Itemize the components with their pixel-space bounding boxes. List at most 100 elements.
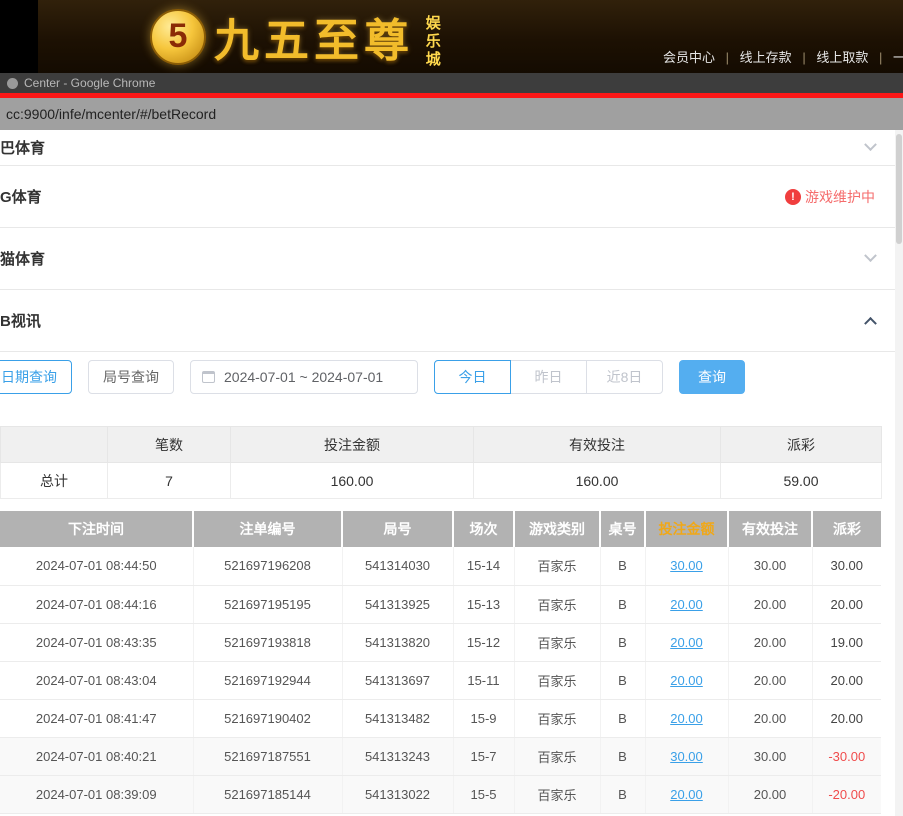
bet-row: 2024-07-01 08:43:35 521697193818 5413138…: [0, 623, 881, 661]
payout-value: 20.00: [830, 673, 863, 688]
payout-value: 19.00: [830, 635, 863, 650]
accordion-section-cat-sports[interactable]: 猫体育: [0, 228, 903, 290]
round-query-button[interactable]: 局号查询: [88, 360, 174, 394]
cell-round-number: 541313697: [342, 661, 453, 699]
summary-header-row: 笔数 投注金额 有效投注 派彩: [1, 427, 882, 463]
cell-valid-bet: 20.00: [728, 585, 812, 623]
section-label: B视讯: [0, 310, 41, 331]
yesterday-button[interactable]: 昨日: [510, 360, 587, 394]
coin-logo-icon: 5: [150, 9, 206, 65]
cell-session: 15-7: [453, 737, 514, 775]
cell-valid-bet: 20.00: [728, 623, 812, 661]
nav-quick[interactable]: 一键: [893, 50, 903, 65]
chevron-down-icon: [864, 249, 877, 262]
header-table-number: 桌号: [600, 511, 645, 547]
accordion-section-saba-sports[interactable]: 巴体育: [0, 130, 903, 166]
maintenance-badge: ! 游戏维护中: [785, 187, 875, 207]
bet-record-table: 下注时间 注单编号 局号 场次 游戏类别 桌号 投注金额 有效投注 派彩 202…: [0, 511, 881, 814]
nav-member-center[interactable]: 会员中心: [663, 50, 715, 65]
cell-game-type: 百家乐: [514, 661, 600, 699]
date-range-input[interactable]: 2024-07-01 ~ 2024-07-01: [190, 360, 418, 394]
bet-amount-link[interactable]: 30.00: [670, 558, 703, 573]
bet-amount-link[interactable]: 20.00: [670, 787, 703, 802]
browser-addressbar[interactable]: cc:9900/infe/mcenter/#/betRecord: [0, 98, 903, 130]
search-button[interactable]: 查询: [679, 360, 745, 394]
bet-amount-link[interactable]: 20.00: [670, 597, 703, 612]
cell-session: 15-9: [453, 699, 514, 737]
chevron-up-icon: [864, 317, 877, 330]
bet-row: 2024-07-01 08:41:47 521697190402 5413134…: [0, 699, 881, 737]
quick-range-group: 今日 昨日 近8日: [434, 360, 663, 394]
cell-session: 15-5: [453, 775, 514, 813]
cell-valid-bet: 20.00: [728, 661, 812, 699]
bet-row: 2024-07-01 08:39:09 521697185144 5413130…: [0, 775, 881, 813]
nav-separator: |: [879, 50, 882, 65]
cell-bet-time: 2024-07-01 08:40:21: [0, 737, 193, 775]
nav-separator: |: [802, 50, 805, 65]
cell-table-number: B: [600, 547, 645, 585]
summary-total-count: 7: [108, 463, 231, 499]
summary-header-payout: 派彩: [721, 427, 882, 463]
window-title: Center - Google Chrome: [24, 76, 155, 90]
cell-order-number: 521697187551: [193, 737, 342, 775]
date-range-value: 2024-07-01 ~ 2024-07-01: [224, 369, 383, 385]
cell-valid-bet: 20.00: [728, 699, 812, 737]
cell-bet-amount: 20.00: [645, 585, 728, 623]
cell-game-type: 百家乐: [514, 547, 600, 585]
bet-record-page: 巴体育 G体育 ! 游戏维护中 猫体育 B视讯 日期查询 局号查询 2024-0…: [0, 130, 903, 816]
summary-total-payout: 59.00: [721, 463, 882, 499]
header-bet-time: 下注时间: [0, 511, 193, 547]
cell-table-number: B: [600, 623, 645, 661]
header-valid-bet: 有效投注: [728, 511, 812, 547]
cell-payout: 20.00: [812, 661, 881, 699]
cell-valid-bet: 30.00: [728, 547, 812, 585]
cell-game-type: 百家乐: [514, 737, 600, 775]
summary-header-valid: 有效投注: [474, 427, 721, 463]
payout-value: 30.00: [830, 558, 863, 573]
header-bet-amount: 投注金额: [645, 511, 728, 547]
nav-online-withdraw[interactable]: 线上取款: [816, 50, 868, 65]
summary-table: 笔数 投注金额 有效投注 派彩 总计 7 160.00 160.00 59.00: [0, 426, 882, 499]
accordion-section-g-sports[interactable]: G体育 ! 游戏维护中: [0, 166, 903, 228]
bet-table-header-row: 下注时间 注单编号 局号 场次 游戏类别 桌号 投注金额 有效投注 派彩: [0, 511, 881, 547]
bet-row: 2024-07-01 08:44:50 521697196208 5413140…: [0, 547, 881, 585]
cell-table-number: B: [600, 585, 645, 623]
bet-amount-link[interactable]: 20.00: [670, 635, 703, 650]
bet-amount-link[interactable]: 30.00: [670, 749, 703, 764]
page-scrollbar[interactable]: [895, 130, 903, 816]
header-round-number: 局号: [342, 511, 453, 547]
cell-round-number: 541313820: [342, 623, 453, 661]
bet-amount-link[interactable]: 20.00: [670, 673, 703, 688]
header-order-number: 注单编号: [193, 511, 342, 547]
date-query-button[interactable]: 日期查询: [0, 360, 72, 394]
nav-online-deposit[interactable]: 线上存款: [740, 50, 792, 65]
cell-session: 15-11: [453, 661, 514, 699]
section-label: G体育: [0, 186, 42, 207]
bet-amount-link[interactable]: 20.00: [670, 711, 703, 726]
cell-round-number: 541314030: [342, 547, 453, 585]
payout-value: -30.00: [828, 749, 865, 764]
summary-total-row: 总计 7 160.00 160.00 59.00: [1, 463, 882, 499]
cell-bet-amount: 30.00: [645, 547, 728, 585]
cell-bet-time: 2024-07-01 08:41:47: [0, 699, 193, 737]
cell-session: 15-13: [453, 585, 514, 623]
cell-bet-amount: 20.00: [645, 699, 728, 737]
summary-total-label: 总计: [1, 463, 108, 499]
url-text[interactable]: cc:9900/infe/mcenter/#/betRecord: [6, 106, 216, 122]
bet-row: 2024-07-01 08:44:16 521697195195 5413139…: [0, 585, 881, 623]
summary-header-blank: [1, 427, 108, 463]
banner-nav: 会员中心 | 线上存款 | 线上取款 | 一键: [663, 47, 903, 66]
scrollbar-thumb[interactable]: [896, 134, 902, 244]
summary-total-bet: 160.00: [231, 463, 474, 499]
cell-order-number: 521697190402: [193, 699, 342, 737]
last-8-days-button[interactable]: 近8日: [586, 360, 663, 394]
maintenance-text: 游戏维护中: [805, 187, 875, 207]
filter-toolbar: 日期查询 局号查询 2024-07-01 ~ 2024-07-01 今日 昨日 …: [0, 359, 903, 395]
cell-session: 15-12: [453, 623, 514, 661]
today-button[interactable]: 今日: [434, 360, 511, 394]
accordion-section-b-live[interactable]: B视讯: [0, 290, 903, 352]
nav-separator: |: [726, 50, 729, 65]
cell-round-number: 541313925: [342, 585, 453, 623]
cell-order-number: 521697193818: [193, 623, 342, 661]
site-subtitle: 娱乐城: [424, 15, 440, 69]
